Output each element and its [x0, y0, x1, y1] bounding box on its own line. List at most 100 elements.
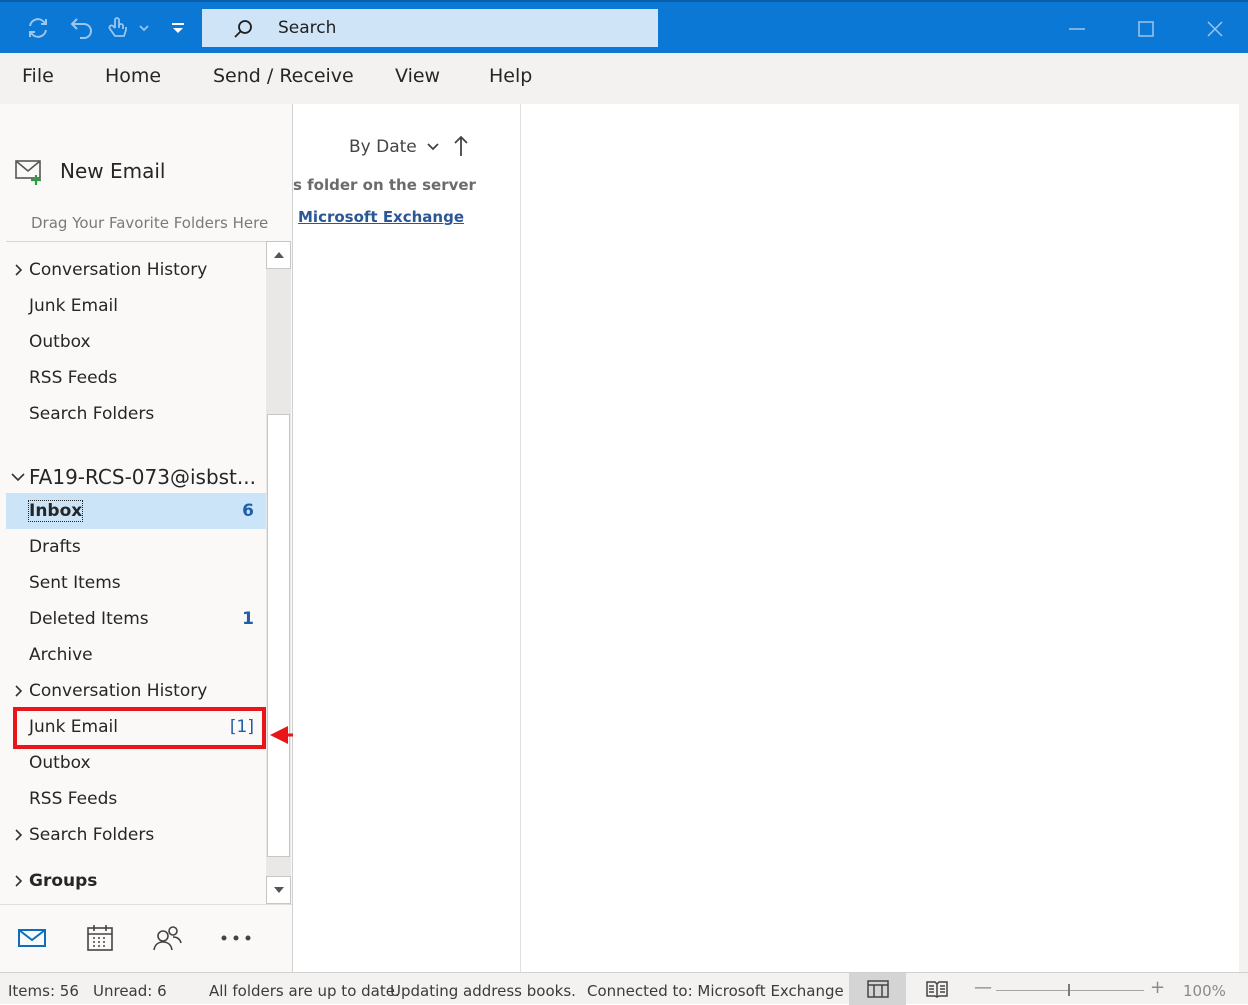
- customize-toolbar-icon[interactable]: [166, 14, 190, 42]
- scrollbar-thumb[interactable]: [267, 414, 290, 857]
- zoom-slider-thumb[interactable]: [1068, 984, 1070, 996]
- folder-drafts[interactable]: Drafts: [6, 529, 266, 565]
- status-bar: Items: 56 Unread: 6 All folders are up t…: [0, 972, 1248, 1005]
- folder-rss-feeds-top[interactable]: RSS Feeds: [6, 360, 266, 396]
- folder-label: Inbox: [27, 500, 84, 522]
- folder-sent-items[interactable]: Sent Items: [6, 565, 266, 601]
- sync-status: All folders are up to date.: [209, 982, 400, 1000]
- scroll-down-button[interactable]: [266, 876, 291, 904]
- minimize-icon: [1069, 28, 1085, 30]
- arrow-down-icon: [273, 887, 284, 893]
- tab-view[interactable]: View: [395, 65, 440, 87]
- zoom-slider[interactable]: [996, 990, 1144, 991]
- chevron-down-icon[interactable]: [132, 14, 156, 42]
- window-edge: [1239, 104, 1248, 972]
- mail-icon[interactable]: [16, 922, 48, 954]
- chevron-down-icon: [427, 143, 439, 151]
- favorites-placeholder: Drag Your Favorite Folders Here: [31, 214, 269, 232]
- chevron-right-icon[interactable]: [12, 827, 26, 843]
- folder-outbox-top[interactable]: Outbox: [6, 324, 266, 360]
- maximize-button[interactable]: [1128, 12, 1164, 46]
- folder-label: Search Folders: [29, 404, 155, 424]
- folder-label: Conversation History: [29, 260, 208, 280]
- zoom-out-button[interactable]: —: [974, 977, 992, 998]
- folder-inbox[interactable]: Inbox 6: [6, 493, 266, 529]
- folder-conversation-history-top[interactable]: Conversation History: [6, 252, 266, 288]
- folder-conversation-history[interactable]: Conversation History: [6, 673, 266, 709]
- undo-icon[interactable]: [68, 14, 96, 42]
- folder-search-folders[interactable]: Search Folders: [6, 817, 266, 853]
- sync-icon[interactable]: [24, 14, 52, 42]
- folder-label: Sent Items: [29, 573, 121, 593]
- normal-view-button[interactable]: [849, 973, 906, 1005]
- title-bar: Search: [0, 0, 1248, 53]
- chevron-right-icon[interactable]: [12, 262, 26, 278]
- folder-label: Deleted Items: [29, 609, 149, 629]
- tab-help[interactable]: Help: [489, 65, 532, 87]
- search-placeholder: Search: [278, 18, 337, 38]
- chevron-right-icon[interactable]: [12, 873, 26, 889]
- calendar-icon[interactable]: [84, 922, 116, 954]
- zoom-level[interactable]: 100%: [1183, 982, 1226, 1000]
- tab-file[interactable]: File: [22, 65, 54, 87]
- folder-search-folders-top[interactable]: Search Folders: [6, 396, 266, 432]
- folder-pane: New Email Drag Your Favorite Folders Her…: [0, 104, 293, 972]
- groups-header[interactable]: Groups: [6, 863, 266, 899]
- search-icon: [232, 18, 254, 44]
- tab-send-receive[interactable]: Send / Receive: [213, 65, 354, 87]
- folder-rss-feeds[interactable]: RSS Feeds: [6, 781, 266, 817]
- folder-label: RSS Feeds: [29, 368, 118, 388]
- reading-view-button[interactable]: [922, 979, 952, 999]
- unread-count: 1: [242, 609, 254, 629]
- folder-label: Conversation History: [29, 681, 208, 701]
- sort-by-date-button[interactable]: By Date: [349, 137, 440, 157]
- nav-divider: [0, 904, 292, 905]
- reading-pane: [521, 104, 1239, 972]
- folder-label: Archive: [29, 645, 93, 665]
- folder-label: Junk Email: [29, 296, 118, 316]
- people-icon[interactable]: [151, 922, 183, 954]
- account-header[interactable]: FA19-RCS-073@isbst...: [6, 460, 268, 496]
- connection-status: Connected to: Microsoft Exchange: [587, 982, 844, 1000]
- more-icon[interactable]: [220, 922, 252, 954]
- unread-count: 6: [242, 501, 254, 521]
- zoom-in-button[interactable]: +: [1150, 977, 1165, 998]
- account-name: FA19-RCS-073@isbst...: [29, 465, 256, 489]
- new-email-label: New Email: [60, 159, 166, 183]
- arrow-up-icon: [273, 252, 284, 258]
- exchange-link[interactable]: Microsoft Exchange: [298, 208, 464, 226]
- folder-junk-email-top[interactable]: Junk Email: [6, 288, 266, 324]
- reading-view-icon: [926, 981, 948, 998]
- server-message: s folder on the server: [293, 176, 476, 194]
- scroll-up-button[interactable]: [266, 241, 291, 269]
- junk-email-highlight: [13, 707, 266, 749]
- folder-deleted-items[interactable]: Deleted Items 1: [6, 601, 266, 637]
- folder-label: RSS Feeds: [29, 789, 118, 809]
- new-email-button[interactable]: New Email: [14, 154, 165, 188]
- search-input[interactable]: Search: [202, 9, 658, 47]
- folder-archive[interactable]: Archive: [6, 637, 266, 673]
- chevron-down-icon[interactable]: [10, 470, 26, 484]
- minimize-button[interactable]: [1059, 12, 1095, 46]
- message-list: By Date s folder on the server Microsoft…: [293, 104, 521, 972]
- folder-label: Outbox: [29, 753, 91, 773]
- touch-mode-icon[interactable]: [104, 14, 132, 42]
- chevron-right-icon[interactable]: [12, 683, 26, 699]
- tab-home[interactable]: Home: [105, 65, 161, 87]
- sort-direction-icon[interactable]: [453, 134, 469, 158]
- folder-outbox[interactable]: Outbox: [6, 745, 266, 781]
- folder-label: Outbox: [29, 332, 91, 352]
- new-email-icon: [15, 160, 41, 185]
- groups-label: Groups: [29, 871, 98, 891]
- unread-count-status: Unread: 6: [93, 982, 167, 1000]
- folder-label: Search Folders: [29, 825, 155, 845]
- items-count: Items: 56: [8, 982, 79, 1000]
- folder-label: Drafts: [29, 537, 81, 557]
- close-button[interactable]: [1197, 12, 1233, 46]
- sort-label: By Date: [349, 137, 417, 157]
- maximize-icon: [1138, 21, 1154, 37]
- address-book-status: Updating address books.: [390, 982, 576, 1000]
- normal-view-icon: [866, 980, 889, 998]
- close-icon: [1207, 21, 1223, 37]
- favorites-divider: [6, 241, 290, 242]
